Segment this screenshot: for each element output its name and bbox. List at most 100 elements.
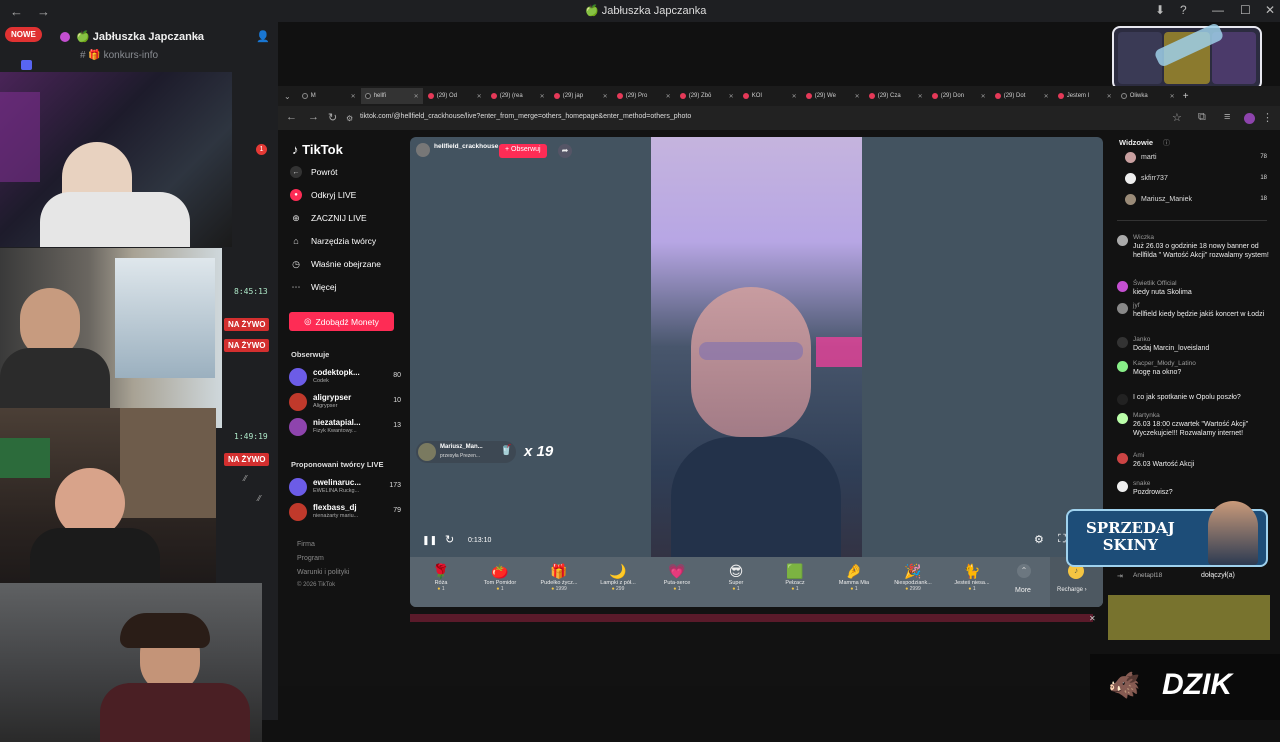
- browser-tab[interactable]: (29) We ✕: [802, 88, 864, 104]
- gift-item[interactable]: 🌙 Lampki z pół... ● 299: [593, 562, 643, 592]
- tab-close-icon[interactable]: ✕: [792, 93, 797, 100]
- forward-icon[interactable]: →: [308, 111, 319, 123]
- chat-username[interactable]: Martynka: [1133, 412, 1160, 419]
- viewer-item[interactable]: marti 78: [1125, 152, 1267, 166]
- viewer-item[interactable]: Mariusz_Maniek 18: [1125, 194, 1267, 208]
- more-gifts-button[interactable]: More: [1015, 587, 1031, 594]
- chat-username[interactable]: Janko: [1133, 336, 1150, 343]
- get-coins-button[interactable]: ◎ Zdobądź Monety: [289, 312, 394, 331]
- gift-item[interactable]: 🤌 Mamma Mia ● 1: [829, 562, 879, 592]
- tab-close-icon[interactable]: ✕: [477, 93, 482, 100]
- tab-close-icon[interactable]: ✕: [540, 93, 545, 100]
- account-item[interactable]: codektopk... Codek 80: [289, 366, 401, 390]
- back-link[interactable]: ← Powrót: [290, 166, 337, 178]
- browser-tab[interactable]: Jestem I ✕: [1054, 88, 1116, 104]
- url-field[interactable]: tiktok.com/@hellfield_crackhouse/live?en…: [360, 113, 691, 120]
- live-video[interactable]: [651, 137, 862, 557]
- chat-username[interactable]: Kacper_Młody_Latino: [1133, 360, 1196, 367]
- gift-item[interactable]: 🎉 Niespodziank... ● 2999: [888, 562, 938, 592]
- tab-close-icon[interactable]: ✕: [414, 93, 419, 100]
- profile-avatar[interactable]: [1244, 113, 1255, 124]
- share-icon[interactable]: ➦: [558, 144, 572, 158]
- fullscreen-icon[interactable]: ⛶: [1058, 533, 1066, 546]
- viewer-item[interactable]: skfirr737 18: [1125, 173, 1267, 187]
- minimize-button[interactable]: —: [1212, 3, 1224, 17]
- tab-close-icon[interactable]: ✕: [351, 93, 356, 100]
- browser-tab[interactable]: hellfi ✕: [360, 88, 423, 104]
- tiktok-menu-item[interactable]: ⌂ Narzędzia twórcy: [290, 235, 376, 247]
- browser-tab[interactable]: (29) Pro ✕: [613, 88, 675, 104]
- pause-icon[interactable]: ❚❚: [422, 535, 437, 546]
- gift-item[interactable]: 🟩 Pełzacz ● 1: [770, 562, 820, 592]
- browser-tab[interactable]: (29) (rea ✕: [487, 88, 549, 104]
- host-avatar[interactable]: [416, 143, 430, 157]
- account-item[interactable]: flexbass_dj nienażarty mariu... 79: [289, 501, 401, 525]
- reload-icon[interactable]: ↻: [328, 111, 337, 124]
- browser-tab[interactable]: M ✕: [298, 88, 360, 104]
- footer-link[interactable]: Warunki i polityki: [297, 569, 349, 576]
- browser-tab[interactable]: (29) Cza ✕: [865, 88, 927, 104]
- folder-icon[interactable]: [21, 60, 32, 70]
- media-icon[interactable]: ≡: [1224, 111, 1230, 123]
- chat-username[interactable]: Ami: [1133, 452, 1144, 459]
- chat-username[interactable]: jyf: [1133, 302, 1140, 309]
- chat-username[interactable]: Świetlik Official: [1133, 280, 1177, 287]
- add-friend-icon[interactable]: 👤: [256, 30, 270, 43]
- site-info-icon[interactable]: ⚙: [346, 114, 353, 123]
- new-tab-icon[interactable]: +: [1183, 91, 1189, 102]
- tiktok-menu-item[interactable]: ● Odkryj LIVE: [290, 189, 356, 201]
- settings-icon[interactable]: ⚙: [1034, 533, 1044, 546]
- maximize-button[interactable]: ☐: [1240, 3, 1251, 17]
- mute-icon[interactable]: ⁄⁄: [244, 474, 247, 483]
- tiktok-logo[interactable]: ♪ TikTok: [292, 142, 343, 157]
- footer-link[interactable]: Program: [297, 555, 324, 562]
- download-icon[interactable]: ⬇: [1155, 3, 1165, 17]
- close-icon[interactable]: ✕: [1089, 614, 1096, 623]
- browser-tab[interactable]: Oliwka ✕: [1117, 88, 1179, 104]
- help-icon[interactable]: ?: [1180, 3, 1187, 17]
- server-name[interactable]: 🍏 Jabłuszka Japczanka: [76, 30, 204, 43]
- browser-tab[interactable]: (29) Od ✕: [424, 88, 486, 104]
- tab-close-icon[interactable]: ✕: [1107, 93, 1112, 100]
- tab-close-icon[interactable]: ✕: [855, 93, 860, 100]
- channel-name[interactable]: # 🎁 konkurs-info: [80, 50, 158, 61]
- tab-close-icon[interactable]: ✕: [1170, 93, 1175, 100]
- info-icon[interactable]: ⓘ: [1163, 138, 1170, 148]
- refresh-icon[interactable]: ↻: [445, 533, 454, 546]
- gift-item[interactable]: 🌹 Róża ● 1: [416, 562, 466, 592]
- bookmark-star-icon[interactable]: ☆: [1172, 111, 1182, 124]
- deafen-icon[interactable]: ⁄⁄: [258, 494, 261, 503]
- gift-item[interactable]: 🍅 Tom Pomidor ● 1: [475, 562, 525, 592]
- back-arrow-icon[interactable]: ←: [10, 4, 23, 19]
- browser-tab[interactable]: (29) Zbō ✕: [676, 88, 738, 104]
- gift-item[interactable]: 😎 Super ● 1: [711, 562, 761, 592]
- account-item[interactable]: ewelinaruc... EWELINA Ruckg... 173: [289, 476, 401, 500]
- browser-tab[interactable]: (29) Don ✕: [928, 88, 990, 104]
- tab-close-icon[interactable]: ✕: [729, 93, 734, 100]
- chevron-up-icon[interactable]: ⌃: [1017, 564, 1031, 578]
- chat-username[interactable]: Wiczka: [1133, 234, 1154, 241]
- host-name[interactable]: hellfield_crackhouse: [434, 143, 498, 150]
- tab-close-icon[interactable]: ✕: [1044, 93, 1049, 100]
- tab-search-icon[interactable]: ⌄: [284, 92, 291, 101]
- live-player[interactable]: hellfield_crackhouse + Obserwuj ➦ Marius…: [410, 137, 1103, 607]
- chevron-down-icon[interactable]: ⌄: [193, 30, 201, 41]
- close-button[interactable]: ✕: [1265, 3, 1275, 17]
- back-icon[interactable]: ←: [286, 111, 297, 123]
- tiktok-menu-item[interactable]: ◷ Właśnie obejrzane: [290, 258, 381, 270]
- gift-item[interactable]: 💗 Puta-serce ● 1: [652, 562, 702, 592]
- chat-username[interactable]: snake: [1133, 480, 1150, 487]
- tab-close-icon[interactable]: ✕: [603, 93, 608, 100]
- tiktok-menu-item[interactable]: ⊕ ZACZNIJ LIVE: [290, 212, 367, 224]
- gift-item[interactable]: 🐈 Jesteś niesa... ● 1: [947, 562, 997, 592]
- tab-close-icon[interactable]: ✕: [981, 93, 986, 100]
- forward-arrow-icon[interactable]: →: [37, 4, 50, 19]
- browser-tab[interactable]: (29) jap ✕: [550, 88, 612, 104]
- gift-item[interactable]: 🎁 Pudełko życz... ● 1999: [534, 562, 584, 592]
- browser-tab[interactable]: (29) Dot ✕: [991, 88, 1053, 104]
- extensions-icon[interactable]: ⧉: [1198, 111, 1206, 124]
- tab-close-icon[interactable]: ✕: [666, 93, 671, 100]
- browser-tab[interactable]: KOI ✕: [739, 88, 801, 104]
- footer-link[interactable]: Firma: [297, 541, 315, 548]
- follow-button[interactable]: + Obserwuj: [499, 144, 547, 158]
